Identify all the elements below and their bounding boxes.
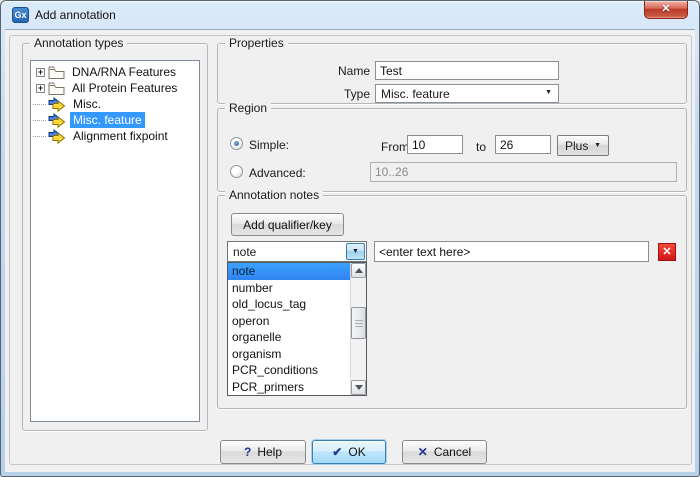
properties-group: Properties Name Type Misc. feature ▼: [217, 43, 687, 104]
app-logo-icon: Gx: [12, 7, 29, 23]
window-title: Add annotation: [35, 8, 116, 22]
x-icon: ✕: [418, 445, 428, 459]
annotation-arrows-icon: [48, 97, 66, 112]
list-item[interactable]: organelle: [228, 329, 350, 346]
name-field[interactable]: [375, 61, 559, 80]
annotation-arrows-icon: [48, 129, 66, 144]
dialog-content: Annotation types + DNA/RNA Features +: [5, 29, 695, 472]
add-qualifier-key-button[interactable]: Add qualifier/key: [231, 213, 344, 236]
to-field[interactable]: [495, 135, 551, 154]
tree-connector: [33, 120, 46, 121]
from-field[interactable]: [407, 135, 463, 154]
check-icon: ✔: [332, 445, 342, 459]
qualifier-dropdown-button[interactable]: ▼: [346, 243, 365, 260]
tree-item-label: All Protein Features: [69, 80, 180, 96]
help-button-label: Help: [257, 445, 282, 459]
qualifier-list[interactable]: note number old_locus_tag operon organel…: [227, 262, 367, 396]
type-dropdown[interactable]: Misc. feature ▼: [375, 84, 559, 103]
titlebar[interactable]: Gx Add annotation ✕: [1, 1, 699, 29]
tree-item-label: Misc.: [70, 96, 104, 112]
tree-connector: [33, 136, 46, 137]
expand-icon[interactable]: +: [36, 68, 45, 77]
region-group: Region Simple: From to Plus ▼ Advanced:: [217, 108, 687, 192]
tree-item-dna-rna-features[interactable]: + DNA/RNA Features: [31, 64, 199, 80]
cancel-button[interactable]: ✕ Cancel: [402, 440, 487, 464]
annotation-types-title: Annotation types: [30, 36, 127, 50]
strand-dropdown-value: Plus: [565, 138, 588, 154]
annotation-notes-group: Annotation notes Add qualifier/key note …: [217, 195, 687, 409]
cancel-button-label: Cancel: [434, 445, 471, 459]
help-icon: ?: [244, 445, 251, 459]
list-item[interactable]: PCR_primers: [228, 379, 350, 396]
type-dropdown-value: Misc. feature: [381, 86, 450, 102]
triangle-down-icon: [355, 385, 363, 390]
ok-button-label: OK: [348, 445, 365, 459]
close-button[interactable]: ✕: [644, 1, 688, 19]
expand-icon[interactable]: +: [36, 84, 45, 93]
add-qualifier-key-label: Add qualifier/key: [243, 218, 332, 232]
annotation-notes-title: Annotation notes: [225, 188, 323, 202]
tree-connector: [33, 104, 46, 105]
list-item-selected[interactable]: note: [228, 263, 350, 280]
tree-item-label: Alignment fixpoint: [70, 128, 171, 144]
tree-item-label-selected: Misc. feature: [70, 112, 145, 128]
advanced-label: Advanced:: [249, 166, 306, 180]
tree-item-alignment-fixpoint[interactable]: Alignment fixpoint: [31, 128, 199, 144]
properties-title: Properties: [225, 36, 288, 50]
scroll-up-button[interactable]: [351, 263, 366, 278]
type-label: Type: [218, 87, 370, 101]
simple-label: Simple:: [249, 138, 289, 152]
simple-radio[interactable]: [230, 137, 243, 150]
name-label: Name: [218, 64, 370, 78]
main-panel: Annotation types + DNA/RNA Features +: [9, 35, 692, 465]
qualifier-dropdown-value: note: [233, 244, 256, 260]
to-label: to: [476, 140, 486, 154]
strand-dropdown[interactable]: Plus ▼: [557, 135, 609, 156]
region-title: Region: [225, 101, 271, 115]
folder-icon: [48, 82, 65, 95]
annotation-types-tree[interactable]: + DNA/RNA Features + All Protein Feature…: [30, 60, 200, 422]
ok-button[interactable]: ✔ OK: [312, 440, 386, 464]
advanced-field: [370, 162, 677, 182]
annotation-arrows-icon: [48, 113, 66, 128]
list-scrollbar[interactable]: [350, 263, 366, 395]
add-annotation-dialog: Gx Add annotation ✕ Annotation types + D…: [0, 0, 700, 477]
qualifier-dropdown[interactable]: note ▼: [227, 241, 367, 262]
list-item[interactable]: organism: [228, 346, 350, 363]
grip-icon: [355, 320, 363, 327]
chevron-down-icon: ▼: [594, 142, 601, 149]
list-item[interactable]: operon: [228, 313, 350, 330]
annotation-types-group: Annotation types + DNA/RNA Features +: [22, 43, 208, 431]
tree-item-misc[interactable]: Misc.: [31, 96, 199, 112]
triangle-up-icon: [355, 268, 363, 273]
from-label: From: [381, 140, 409, 154]
note-text-field[interactable]: [374, 241, 649, 262]
scroll-thumb[interactable]: [351, 307, 366, 339]
qualifier-list-items: note number old_locus_tag operon organel…: [228, 263, 350, 395]
list-item[interactable]: PCR_conditions: [228, 362, 350, 379]
tree-item-label: DNA/RNA Features: [69, 64, 179, 80]
tree-item-misc-feature[interactable]: Misc. feature: [31, 112, 199, 128]
list-item[interactable]: number: [228, 280, 350, 297]
tree-item-all-protein-features[interactable]: + All Protein Features: [31, 80, 199, 96]
help-button[interactable]: ? Help: [220, 440, 306, 464]
scroll-down-button[interactable]: [351, 380, 366, 395]
advanced-radio[interactable]: [230, 165, 243, 178]
chevron-down-icon: ▼: [352, 248, 359, 255]
list-item[interactable]: old_locus_tag: [228, 296, 350, 313]
chevron-down-icon: ▼: [545, 89, 552, 96]
delete-note-button[interactable]: ✕: [658, 243, 676, 261]
folder-icon: [48, 66, 65, 79]
